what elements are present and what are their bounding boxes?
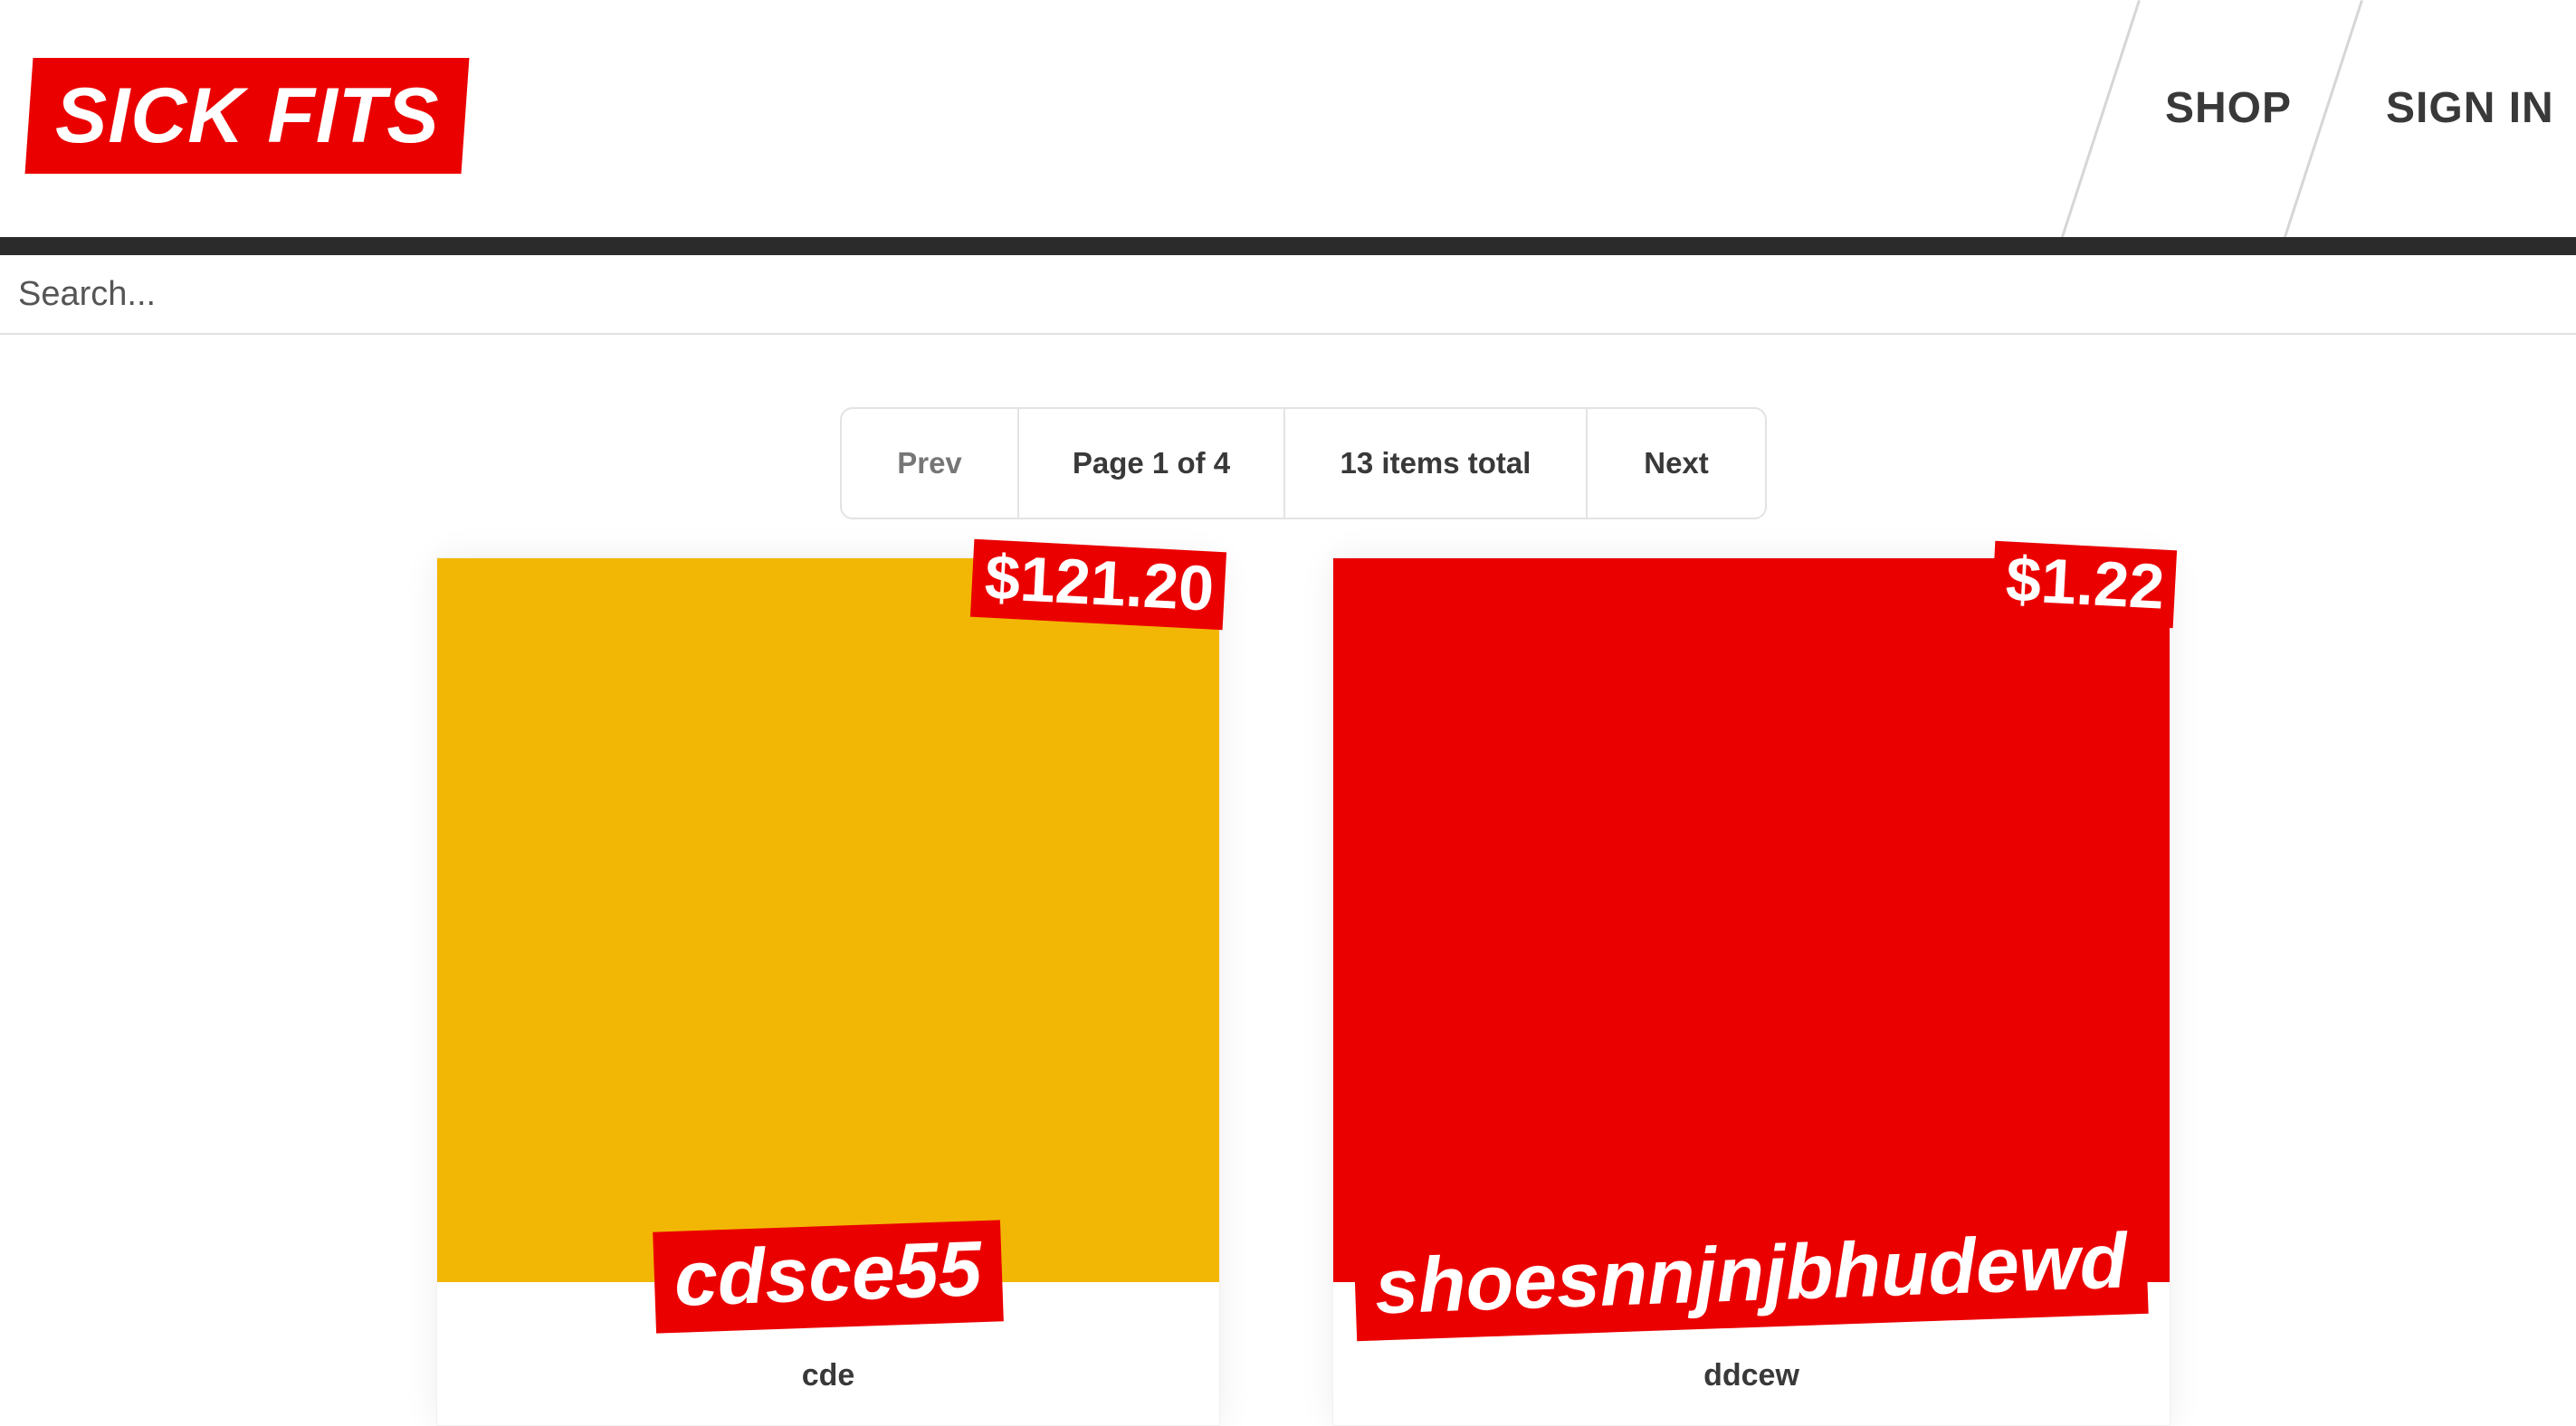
main-nav: SHOP SIGN IN [2051, 0, 2576, 241]
logo-link[interactable]: SICK FITS [24, 58, 470, 174]
product-card[interactable]: $1.22 shoesnnjnjbhudewd ddcew [1332, 540, 2178, 1426]
site-header: SICK FITS SHOP SIGN IN [0, 0, 2576, 241]
page-indicator: Page 1 of 4 [1019, 409, 1285, 518]
search-input[interactable] [0, 255, 2576, 333]
nav-divider [2060, 0, 2141, 241]
prev-page-link[interactable]: Prev [842, 409, 1019, 518]
logo-text: SICK FITS [54, 71, 440, 159]
product-title-link[interactable]: shoesnnjnjbhudewd [1353, 1212, 2150, 1342]
search-bar [0, 255, 2576, 335]
pagination: Prev Page 1 of 4 13 items total Next [840, 407, 1767, 519]
product-title-link[interactable]: cdsce55 [653, 1220, 1004, 1334]
nav-item-shop[interactable]: SHOP [2165, 83, 2292, 133]
items-total: 13 items total [1285, 409, 1588, 518]
product-image[interactable] [437, 558, 1219, 1282]
nav-divider [2283, 0, 2363, 241]
product-card[interactable]: $121.20 cdsce55 cde [436, 538, 1227, 1426]
product-title-wrap: cdsce55 [437, 1220, 1219, 1334]
product-description: cde [801, 1358, 855, 1393]
nav-item-sign-in[interactable]: SIGN IN [2386, 83, 2554, 133]
product-image[interactable] [1333, 558, 2170, 1282]
next-page-link[interactable]: Next [1588, 409, 1765, 518]
product-title-wrap: shoesnnjnjbhudewd [1333, 1212, 2170, 1342]
product-price: $1.22 [1990, 540, 2178, 629]
product-price: $121.20 [969, 538, 1227, 631]
header-bar [0, 237, 2576, 255]
product-description: ddcew [1703, 1358, 1799, 1393]
